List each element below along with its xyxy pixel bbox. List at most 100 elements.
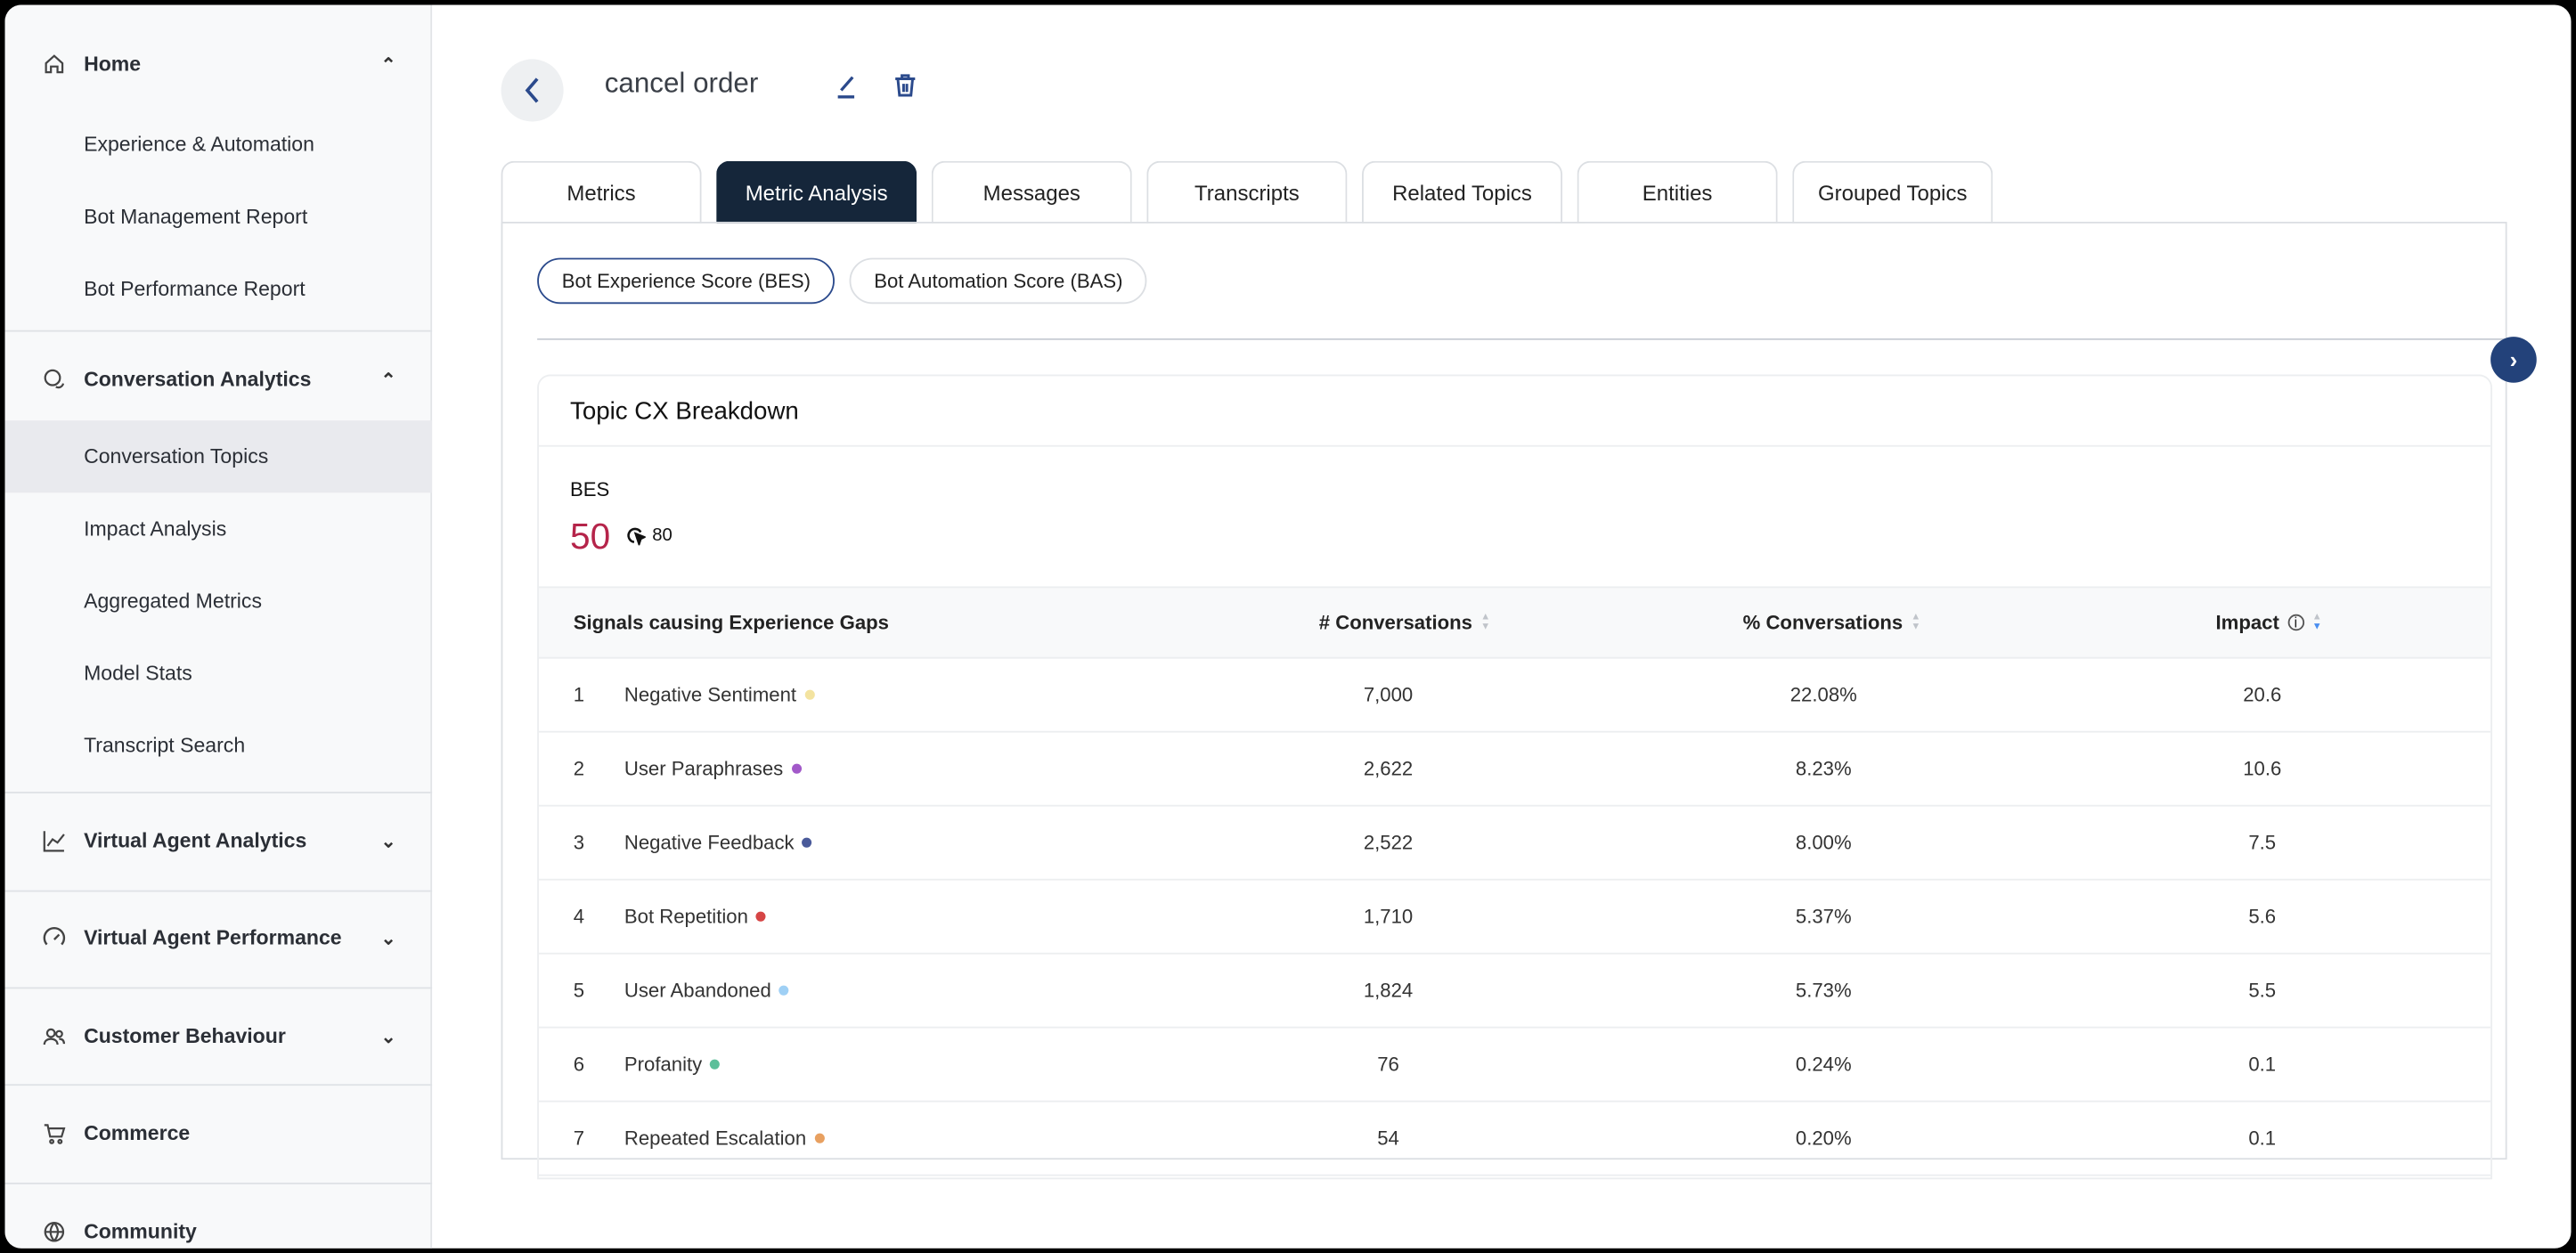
bes-label: BES	[570, 477, 610, 501]
row-impact: 0.1	[2248, 1053, 2277, 1077]
table-header: Signals causing Experience Gaps # Conver…	[538, 586, 2491, 659]
header-percent[interactable]: % Conversations ▲ ▼	[1743, 611, 1921, 634]
pill-bas[interactable]: Bot Automation Score (BAS)	[849, 257, 1148, 305]
row-rank: 2	[573, 757, 585, 781]
sidebar-group-label: Commerce	[84, 1121, 191, 1145]
row-impact: 20.6	[2243, 683, 2282, 707]
header-count[interactable]: # Conversations ▲ ▼	[1319, 611, 1490, 634]
divider	[4, 792, 433, 793]
row-signal: Negative Feedback	[624, 831, 812, 854]
sidebar-group-virtual-agent-performance[interactable]: Virtual Agent Performance ⌄	[5, 902, 433, 974]
sidebar-item-bot-management-report[interactable]: Bot Management Report	[5, 181, 433, 253]
back-button[interactable]	[501, 59, 564, 122]
sort-desc-icon[interactable]: ▲ ▼	[2312, 613, 2322, 632]
row-rank: 3	[573, 831, 585, 855]
signal-name: Negative Sentiment	[624, 683, 797, 707]
signal-color-dot	[710, 1059, 721, 1070]
info-icon[interactable]: i	[2287, 614, 2304, 631]
tab-entities[interactable]: Entities	[1577, 160, 1778, 224]
tab-transcripts[interactable]: Transcripts	[1146, 160, 1348, 224]
divider	[4, 1182, 433, 1184]
next-arrow-button[interactable]: ›	[2490, 337, 2537, 383]
row-count: 2,622	[1363, 757, 1414, 781]
signal-name: Repeated Escalation	[624, 1127, 807, 1151]
sidebar-item-conversation-topics[interactable]: Conversation Topics	[4, 420, 433, 493]
row-signal: Bot Repetition	[624, 905, 767, 929]
tab-related-topics[interactable]: Related Topics	[1362, 160, 1563, 224]
chevron-down-icon: ⌄	[380, 1027, 396, 1047]
pill-bes[interactable]: Bot Experience Score (BES)	[537, 257, 836, 305]
row-count: 54	[1377, 1127, 1399, 1151]
sidebar-item-aggregated-metrics[interactable]: Aggregated Metrics	[5, 565, 433, 637]
row-impact: 10.6	[2243, 757, 2282, 781]
chevron-up-icon: ⌃	[380, 370, 396, 391]
row-percent: 0.24%	[1795, 1053, 1852, 1077]
tab-messages[interactable]: Messages	[931, 160, 1132, 224]
table-row: 7 Repeated Escalation 54 0.20% 0.1	[538, 1102, 2491, 1176]
header-label: Impact	[2215, 611, 2279, 634]
sidebar-group-label: Conversation Analytics	[84, 368, 312, 391]
row-signal: User Paraphrases	[624, 757, 802, 780]
sidebar-item-experience-automation[interactable]: Experience & Automation	[5, 109, 433, 181]
bes-target-value: 80	[652, 525, 673, 546]
delete-icon[interactable]	[893, 72, 919, 107]
sidebar-group-customer-behaviour[interactable]: Customer Behaviour ⌄	[5, 1000, 433, 1072]
gauge-icon	[41, 924, 68, 951]
sidebar-group-community[interactable]: Community	[5, 1196, 433, 1249]
sort-icon[interactable]: ▲ ▼	[1480, 613, 1490, 632]
row-impact: 0.1	[2248, 1127, 2277, 1151]
row-signal: Profanity	[624, 1053, 721, 1076]
bes-value: 50	[570, 516, 611, 557]
signal-name: Bot Repetition	[624, 905, 748, 929]
row-percent: 0.20%	[1795, 1127, 1852, 1151]
metric-analysis-panel: Bot Experience Score (BES) Bot Automatio…	[501, 221, 2509, 1180]
sidebar-item-transcript-search[interactable]: Transcript Search	[5, 710, 433, 782]
signal-name: User Paraphrases	[624, 757, 784, 781]
row-signal: Negative Sentiment	[624, 683, 815, 707]
sidebar-item-bot-performance-report[interactable]: Bot Performance Report	[5, 253, 433, 325]
sidebar: Home ⌃ Experience & Automation Bot Manag…	[4, 4, 433, 1249]
sidebar-item-model-stats[interactable]: Model Stats	[5, 638, 433, 710]
divider	[4, 987, 433, 989]
signal-color-dot	[814, 1133, 825, 1143]
table-row: 4 Bot Repetition 1,710 5.37% 5.6	[538, 881, 2491, 955]
tab-grouped-topics[interactable]: Grouped Topics	[1792, 160, 1993, 224]
row-percent: 22.08%	[1789, 683, 1857, 707]
sidebar-group-virtual-agent-analytics[interactable]: Virtual Agent Analytics ⌄	[5, 805, 433, 877]
row-signal: User Abandoned	[624, 979, 790, 1002]
globe-icon	[41, 1219, 68, 1246]
main-content: cancel order Metrics Metric Analysis Mes…	[432, 5, 2571, 1249]
sort-icon[interactable]: ▲ ▼	[1911, 613, 1920, 632]
sidebar-group-label: Home	[84, 53, 142, 76]
row-rank: 7	[573, 1127, 585, 1151]
header-label: Signals causing Experience Gaps	[573, 611, 889, 634]
page-title: cancel order	[604, 67, 759, 99]
row-rank: 1	[573, 683, 585, 707]
sidebar-group-label: Customer Behaviour	[84, 1024, 286, 1048]
edit-icon[interactable]	[833, 72, 860, 107]
sidebar-group-home[interactable]: Home ⌃	[5, 28, 433, 100]
tab-metric-analysis[interactable]: Metric Analysis	[716, 160, 917, 224]
row-impact: 5.5	[2248, 979, 2277, 1003]
cart-icon	[41, 1120, 68, 1147]
sidebar-group-label: Virtual Agent Analytics	[84, 829, 307, 853]
row-percent: 8.23%	[1795, 757, 1852, 781]
tab-metrics[interactable]: Metrics	[501, 160, 702, 224]
row-percent: 5.37%	[1795, 905, 1852, 929]
row-count: 7,000	[1363, 683, 1414, 707]
row-percent: 5.73%	[1795, 979, 1852, 1003]
sidebar-group-label: Community	[84, 1220, 197, 1244]
header-label: % Conversations	[1742, 611, 1903, 634]
row-count: 76	[1377, 1053, 1399, 1077]
sidebar-group-commerce[interactable]: Commerce	[5, 1097, 433, 1169]
row-signal: Repeated Escalation	[624, 1127, 825, 1150]
header-impact[interactable]: Impact i ▲ ▼	[2216, 611, 2322, 634]
sidebar-item-impact-analysis[interactable]: Impact Analysis	[5, 492, 433, 565]
sidebar-group-conversation-analytics[interactable]: Conversation Analytics ⌃	[5, 343, 433, 415]
topic-cx-breakdown-card: Topic CX Breakdown BES 50 80 Signals cau…	[537, 374, 2492, 1180]
table-row: 3 Negative Feedback 2,522 8.00% 7.5	[538, 807, 2491, 881]
divider	[4, 330, 433, 332]
chevron-down-icon: ⌄	[380, 832, 396, 852]
row-rank: 5	[573, 979, 585, 1003]
sidebar-group-label: Virtual Agent Performance	[84, 926, 342, 950]
